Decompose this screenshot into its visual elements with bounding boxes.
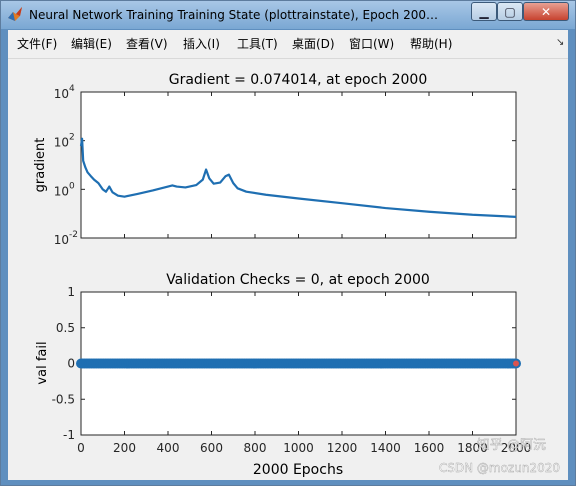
menu-overflow-icon[interactable]: ↘: [556, 37, 564, 48]
gradient-ytick-label: 10: [54, 184, 69, 198]
validation-xtick-label: 1200: [327, 441, 358, 455]
validation-final-marker: [512, 359, 520, 368]
validation-markers: [76, 358, 521, 369]
validation-xtick-label: 1000: [283, 441, 314, 455]
validation-ytick-label: -1: [63, 428, 75, 442]
minimize-button[interactable]: ▁: [471, 2, 497, 21]
maximize-button[interactable]: ▢: [497, 2, 523, 21]
validation-axes: Validation Checks = 0, at epoch 2000 val…: [35, 272, 531, 478]
validation-xtick-label: 1400: [370, 441, 401, 455]
validation-xtick-label: 0: [77, 441, 85, 455]
menu-file[interactable]: 文件(F): [17, 36, 57, 52]
validation-ylabel: val fail: [35, 341, 50, 384]
gradient-ytick-label: 10: [54, 87, 69, 101]
menu-bar: 文件(F) 编辑(E) 查看(V) 插入(I) 工具(T) 桌面(D) 窗口(W…: [8, 30, 568, 59]
window-title: Neural Network Training Training State (…: [29, 8, 439, 22]
menu-tools[interactable]: 工具(T): [237, 36, 278, 52]
validation-xtick-label: 400: [157, 441, 180, 455]
menu-desktop[interactable]: 桌面(D): [292, 36, 335, 52]
gradient-title: Gradient = 0.074014, at epoch 2000: [169, 72, 428, 88]
watermark-csdn: CSDN @mozun2020: [439, 461, 560, 475]
menu-help[interactable]: 帮助(H): [410, 36, 452, 52]
close-icon: ✕: [540, 4, 552, 19]
menu-edit[interactable]: 编辑(E): [71, 36, 112, 52]
validation-xtick-label: 800: [244, 441, 267, 455]
matlab-icon: [8, 7, 22, 21]
figure-window: Neural Network Training Training State (…: [0, 0, 576, 486]
validation-xtick-label: 600: [200, 441, 223, 455]
validation-xlabel: 2000 Epochs: [253, 462, 343, 478]
minimize-icon: ▁: [479, 4, 489, 19]
validation-xtick-label: 1600: [414, 441, 445, 455]
menu-window[interactable]: 窗口(W): [349, 36, 394, 52]
close-button[interactable]: ✕: [523, 2, 569, 21]
menu-insert[interactable]: 插入(I): [183, 36, 220, 52]
figure-canvas: Gradient = 0.074014, at epoch 2000 gradi…: [8, 59, 568, 480]
title-bar[interactable]: Neural Network Training Training State (…: [1, 1, 575, 29]
gradient-axes: Gradient = 0.074014, at epoch 2000 gradi…: [33, 72, 517, 247]
validation-ytick-label: 0: [67, 357, 75, 371]
maximize-icon: ▢: [504, 4, 516, 19]
gradient-ylabel: gradient: [33, 138, 48, 193]
watermark-zhihu: 知乎 @阿沅: [477, 437, 546, 453]
validation-ytick-label: 0.5: [56, 321, 75, 335]
gradient-ytick-exponent: -2: [69, 230, 78, 240]
gradient-ytick-exponent: 2: [69, 133, 75, 143]
gradient-axes-background: [80, 91, 517, 239]
gradient-ytick-label: 10: [54, 136, 69, 150]
window-client: 文件(F) 编辑(E) 查看(V) 插入(I) 工具(T) 桌面(D) 窗口(W…: [8, 30, 568, 480]
gradient-ytick-exponent: 4: [69, 84, 75, 94]
gradient-ytick-exponent: 0: [69, 181, 75, 191]
plots-svg: Gradient = 0.074014, at epoch 2000 gradi…: [33, 72, 560, 478]
gradient-ytick-label: 10: [54, 233, 69, 247]
validation-title: Validation Checks = 0, at epoch 2000: [166, 272, 430, 288]
menu-view[interactable]: 查看(V): [126, 36, 168, 52]
validation-ytick-label: -0.5: [52, 392, 75, 406]
validation-xtick-label: 200: [113, 441, 136, 455]
validation-ytick-label: 1: [67, 285, 75, 299]
